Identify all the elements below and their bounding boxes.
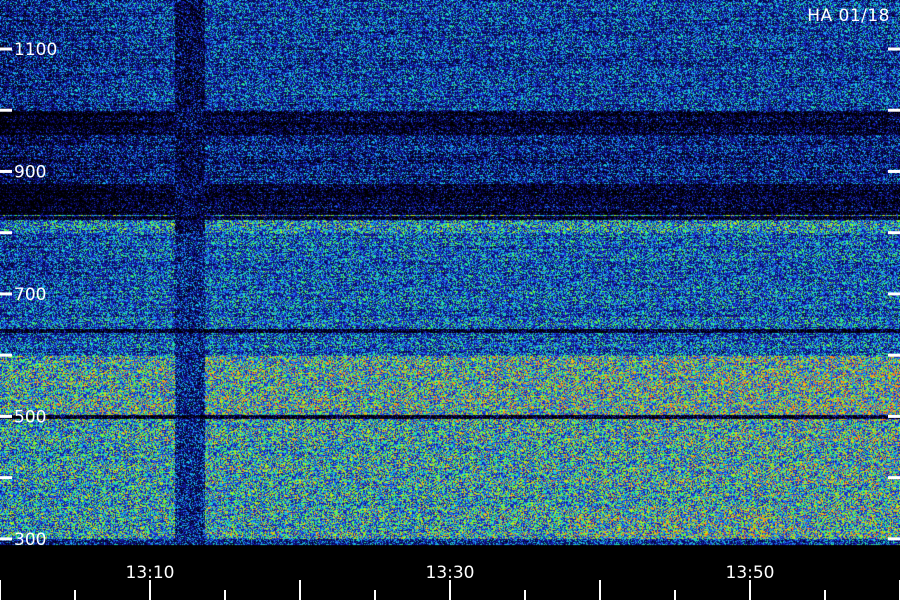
y-tick-label: 500 [14, 407, 46, 427]
y-tick-label: 300 [14, 530, 46, 550]
chart-title: HA 01/18 [807, 6, 890, 26]
y-tick-label: 1100 [14, 40, 57, 60]
x-tick-label: 13:50 [726, 563, 775, 583]
spectrogram-plot: 1100 900 700 500 300 13:10 13:30 13:50 HA 01/18 [0, 0, 900, 600]
x-tick-label: 13:10 [126, 563, 175, 583]
x-tick-label: 13:30 [426, 563, 475, 583]
y-tick-label: 900 [14, 162, 46, 182]
y-tick-label: 700 [14, 285, 46, 305]
axes-overlay: 1100 900 700 500 300 13:10 13:30 13:50 [0, 40, 900, 600]
